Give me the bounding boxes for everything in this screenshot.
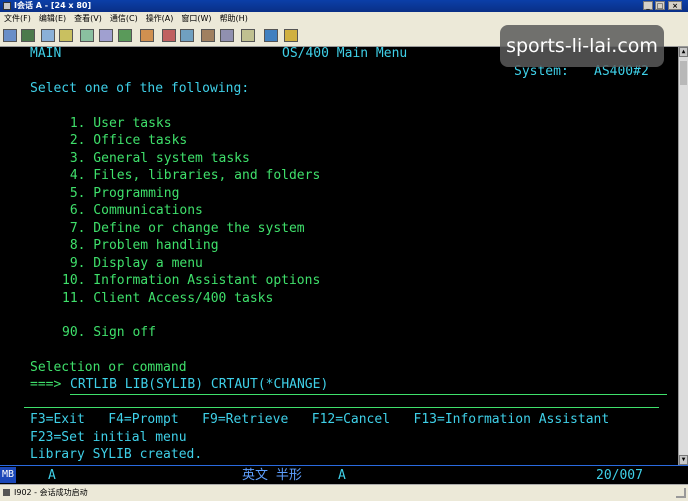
screen-title: OS/400 Main Menu: [282, 47, 408, 61]
menu-help[interactable]: 帮助(H): [216, 12, 252, 25]
settings-icon[interactable]: [220, 29, 234, 42]
menu-option: 2. Office tasks: [62, 133, 188, 148]
scroll-down-icon[interactable]: ▼: [679, 455, 688, 465]
window-titlebar: I会话 A - [24 x 80] _ □ ×: [0, 0, 688, 12]
scroll-thumb[interactable]: [680, 61, 687, 85]
scroll-up-icon[interactable]: ▲: [679, 47, 688, 57]
keyboard-indicator: A: [338, 468, 346, 483]
menu-option: 3. General system tasks: [62, 151, 250, 166]
cursor-position: 20/007: [596, 468, 643, 483]
session-indicator: MB: [0, 467, 16, 483]
menu-file[interactable]: 文件(F): [0, 12, 35, 25]
menu-option: 9. Display a menu: [62, 256, 203, 271]
keypad-icon[interactable]: [201, 29, 215, 42]
menu-option: 5. Programming: [62, 186, 180, 201]
command-arrow: ===>: [30, 377, 62, 392]
resize-grip-icon[interactable]: [676, 488, 686, 498]
command-field-underline: [70, 394, 667, 395]
paste-icon[interactable]: [59, 29, 73, 42]
menu-option: 8. Problem handling: [62, 238, 219, 253]
menu-option: 7. Define or change the system: [62, 221, 305, 236]
selection-label: Selection or command: [30, 360, 187, 375]
separator-line: [24, 407, 659, 408]
print-screen-icon[interactable]: [21, 29, 35, 42]
help-icon[interactable]: [284, 29, 298, 42]
copy-icon[interactable]: [41, 29, 55, 42]
menubar: 文件(F) 编辑(E) 查看(V) 通信(C) 操作(A) 窗口(W) 帮助(H): [0, 12, 688, 25]
menu-id: MAIN: [30, 47, 62, 61]
close-button[interactable]: ×: [668, 1, 682, 10]
system-name: AS400#2: [594, 64, 649, 79]
message-line: Library SYLIB created.: [30, 447, 203, 462]
function-keys-2: F23=Set initial menu: [30, 430, 187, 445]
macro-icon[interactable]: [140, 29, 154, 42]
status-text: I902 - 会话成功启动: [14, 488, 88, 497]
display-icon[interactable]: [118, 29, 132, 42]
connect-icon[interactable]: [264, 29, 278, 42]
terminal-screen[interactable]: MAIN OS/400 Main Menu System: AS400#2 Se…: [0, 47, 688, 465]
watermark: sports-li-lai.com: [500, 25, 664, 67]
command-input[interactable]: CRTLIB LIB(SYLIB) CRTAUT(*CHANGE): [70, 378, 328, 392]
menu-window[interactable]: 窗口(W): [177, 12, 215, 25]
window-title: I会话 A - [24 x 80]: [14, 1, 92, 10]
send-file-icon[interactable]: [80, 29, 94, 42]
menu-option: 6. Communications: [62, 203, 203, 218]
system-label: System:: [514, 64, 569, 79]
print-icon[interactable]: [3, 29, 17, 42]
statusbar: I902 - 会话成功启动: [0, 484, 688, 501]
maximize-button[interactable]: □: [655, 1, 665, 10]
menu-actions[interactable]: 操作(A): [142, 12, 178, 25]
menu-option: 11. Client Access/400 tasks: [62, 291, 274, 306]
record-macro-icon[interactable]: [162, 29, 176, 42]
function-keys: F3=Exit F4=Prompt F9=Retrieve F12=Cancel…: [30, 412, 610, 427]
signoff-option: 90. Sign off: [62, 325, 156, 340]
menu-view[interactable]: 查看(V): [70, 12, 106, 25]
document-icon[interactable]: [241, 29, 255, 42]
vertical-scrollbar[interactable]: ▲ ▼: [678, 47, 688, 465]
menu-option: 4. Files, libraries, and folders: [62, 168, 321, 183]
receive-file-icon[interactable]: [99, 29, 113, 42]
menu-communication[interactable]: 通信(C): [106, 12, 142, 25]
menu-option: 1. User tasks: [62, 116, 172, 131]
play-macro-icon[interactable]: [180, 29, 194, 42]
menu-option: 10. Information Assistant options: [62, 273, 321, 288]
input-method-indicator: 英文 半形: [242, 468, 302, 483]
menu-edit[interactable]: 编辑(E): [35, 12, 70, 25]
select-prompt: Select one of the following:: [30, 81, 250, 96]
session-a-indicator: A: [48, 468, 56, 483]
status-icon: [3, 489, 10, 496]
app-icon: [3, 2, 11, 10]
operator-info-area: MB A 英文 半形 A 20/007: [0, 465, 688, 485]
minimize-button[interactable]: _: [643, 1, 653, 10]
